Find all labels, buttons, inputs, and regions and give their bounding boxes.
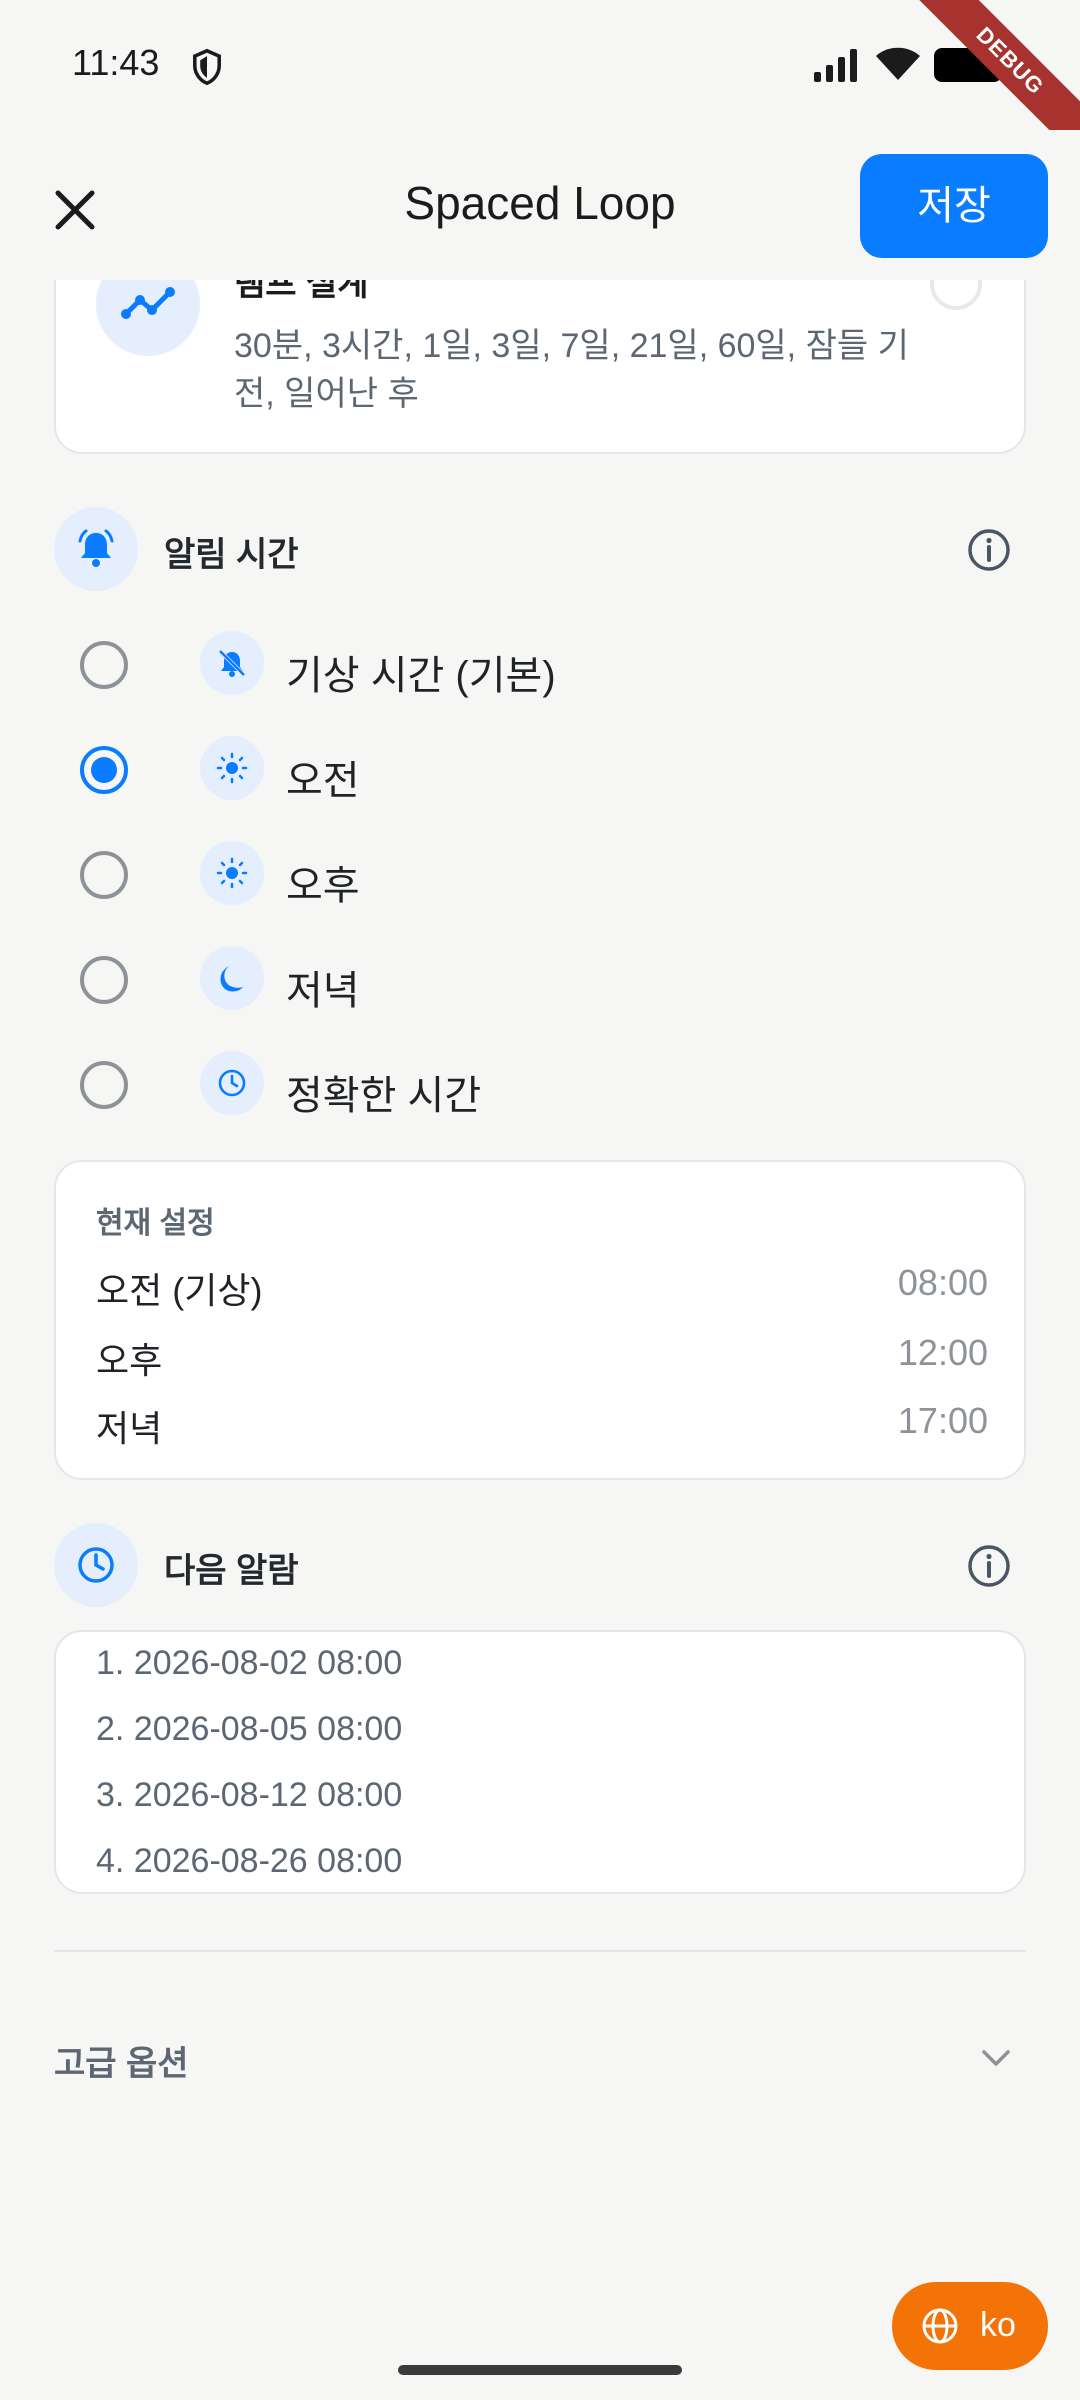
info-icon[interactable] <box>966 527 1012 573</box>
status-time: 11:43 <box>72 42 160 83</box>
option-radio-selected[interactable] <box>80 746 128 794</box>
option-label: 오전 <box>286 759 360 803</box>
setting-label: 오전 (기상) <box>96 1270 263 1311</box>
advanced-options-toggle[interactable]: 고급 옵션 <box>54 2036 189 2085</box>
setting-row: 저녁 17:00 <box>96 1400 988 1450</box>
option-wake-time[interactable]: 기상 시간 (기본) <box>54 615 1026 715</box>
option-label: 정확한 시간 <box>286 1074 482 1118</box>
setting-row: 오전 (기상) 08:00 <box>96 1262 988 1312</box>
list-item: 2. 2026-08-05 08:00 <box>96 1710 403 1748</box>
language-label: ko <box>980 2306 1016 2344</box>
option-radio[interactable] <box>80 851 128 899</box>
option-morning[interactable]: 오전 <box>54 720 1026 820</box>
bell-off-icon <box>200 631 264 695</box>
shield-icon <box>193 48 221 86</box>
option-evening[interactable]: 저녁 <box>54 930 1026 1030</box>
home-indicator[interactable] <box>398 2365 682 2375</box>
setting-row: 오후 12:00 <box>96 1332 988 1382</box>
app-bar: Spaced Loop 저장 <box>0 130 1080 280</box>
pattern-description: 30분, 3시간, 1일, 3일, 7일, 21일, 60일, 잠들 기 전, … <box>234 327 909 413</box>
wifi-icon <box>876 47 920 80</box>
option-label: 오후 <box>286 864 360 908</box>
list-item: 3. 2026-08-12 08:00 <box>96 1776 403 1814</box>
next-alarm-header: 다음 알람 <box>54 1523 1026 1607</box>
sun-icon <box>200 736 264 800</box>
sun-icon <box>200 841 264 905</box>
globe-icon <box>922 2308 958 2344</box>
current-settings-card: 현재 설정 오전 (기상) 08:00 오후 12:00 저녁 17:00 <box>54 1160 1026 1480</box>
setting-value: 08:00 <box>897 1262 988 1303</box>
clock-icon <box>200 1051 264 1115</box>
alarm-time-title: 알림 시간 <box>164 536 299 574</box>
next-alarm-list: 1. 2026-08-02 08:00 2. 2026-08-05 08:00 … <box>54 1630 1026 1894</box>
bell-icon <box>54 507 138 591</box>
signal-icon <box>814 49 857 82</box>
current-settings-title: 현재 설정 <box>96 1207 215 1240</box>
divider <box>54 1950 1026 1952</box>
setting-label: 저녁 <box>96 1408 163 1449</box>
moon-icon <box>200 946 264 1010</box>
setting-value: 17:00 <box>897 1400 988 1441</box>
clock-icon <box>54 1523 138 1607</box>
alarm-time-header: 알림 시간 <box>54 507 1026 591</box>
list-item: 4. 2026-08-26 08:00 <box>96 1842 403 1880</box>
option-label: 저녁 <box>286 969 360 1013</box>
option-radio[interactable] <box>80 1061 128 1109</box>
option-exact-time[interactable]: 정확한 시간 <box>54 1035 1026 1135</box>
option-radio[interactable] <box>80 956 128 1004</box>
option-afternoon[interactable]: 오후 <box>54 825 1026 925</box>
save-button[interactable]: 저장 <box>860 154 1048 258</box>
status-bar: 11:43 DEBUG <box>0 0 1080 175</box>
list-item: 1. 2026-08-02 08:00 <box>96 1644 403 1682</box>
setting-value: 12:00 <box>897 1332 988 1373</box>
info-icon[interactable] <box>966 1543 1012 1589</box>
setting-label: 오후 <box>96 1340 163 1381</box>
option-label: 기상 시간 (기본) <box>286 654 556 698</box>
next-alarm-title: 다음 알람 <box>164 1552 299 1590</box>
language-button[interactable]: ko <box>892 2282 1048 2370</box>
chevron-down-icon[interactable] <box>978 2040 1014 2076</box>
option-radio[interactable] <box>80 641 128 689</box>
